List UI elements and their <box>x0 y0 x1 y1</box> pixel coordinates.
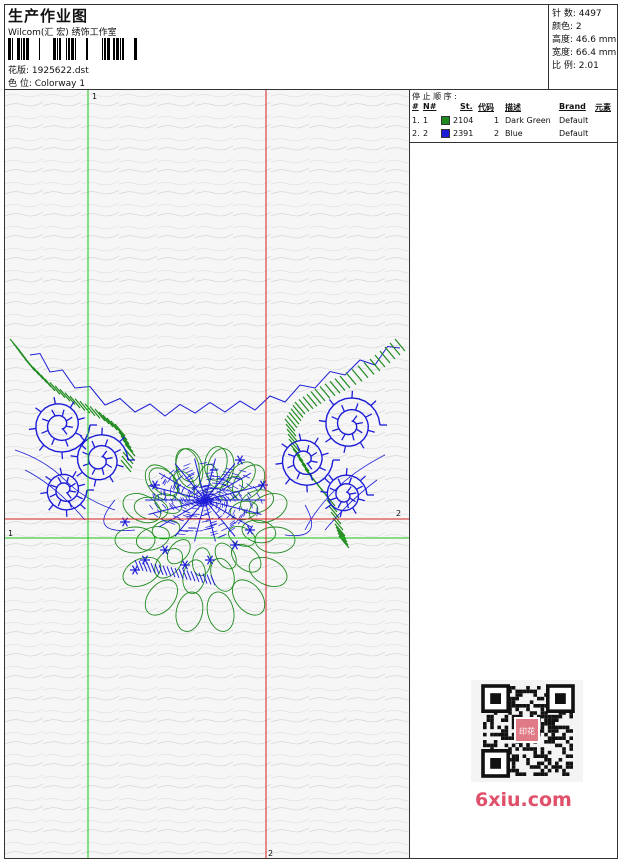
guide-label-h2: 2 <box>396 509 401 518</box>
row-brand: Default <box>559 129 589 138</box>
row-num: 2. <box>412 129 420 138</box>
row-n: 1 <box>423 116 429 125</box>
design-file-label: 花版: 1925622.dst <box>8 66 89 76</box>
company-name: Wilcom(汇 宏) 绣饰工作室 <box>8 28 117 38</box>
stitch-count: 针 数: 4497 <box>552 9 602 19</box>
col-header-code: 代码 <box>478 103 494 112</box>
col-header-brand: Brand <box>559 102 586 111</box>
svg-text:印花: 印花 <box>519 726 535 736</box>
row-brand: Default <box>559 116 589 125</box>
color-count: 颜色: 2 <box>552 22 582 32</box>
col-header-element: 元素 <box>595 103 611 112</box>
stop-sequence-title: 停 止 顺 序 : <box>412 92 457 101</box>
design-scale: 比 例: 2.01 <box>552 61 599 71</box>
row-desc: Dark Green <box>505 116 551 125</box>
guide-label-v2: 2 <box>268 849 273 858</box>
colorway-label: 色 位: Colorway 1 <box>8 79 86 89</box>
qr-code-icon: 印花 <box>471 680 583 782</box>
row-n: 2 <box>423 129 429 138</box>
row-st: 2391 <box>453 129 474 138</box>
embroidery-preview: 1 1 2 2 <box>5 90 409 858</box>
col-header-desc: 描述 <box>505 103 521 112</box>
design-height: 高度: 46.6 mm <box>552 35 617 45</box>
color-swatch <box>441 129 450 138</box>
guide-label-h1: 1 <box>8 529 13 538</box>
guide-label-v1: 1 <box>92 92 97 101</box>
col-header-n: N# <box>423 102 437 111</box>
row-code: 2 <box>494 129 500 138</box>
barcode-icon <box>8 38 137 60</box>
design-canvas: 1 1 2 2 <box>5 90 410 858</box>
row-code: 1 <box>494 116 500 125</box>
row-st: 2104 <box>453 116 474 125</box>
stats-panel: 针 数: 4497 颜色: 2 高度: 46.6 mm 宽度: 66.4 mm … <box>548 5 618 89</box>
color-swatch <box>441 116 450 125</box>
row-num: 1. <box>412 116 420 125</box>
page-title: 生产作业图 <box>8 7 89 25</box>
col-header-st: St. <box>460 102 473 111</box>
row-desc: Blue <box>505 129 523 138</box>
design-width: 宽度: 66.4 mm <box>552 48 617 58</box>
col-header-num: # <box>412 102 419 111</box>
watermark-text: 6xiu.com <box>475 789 572 811</box>
stop-sequence-panel: 停 止 顺 序 : # N# St. 代码 描述 Brand 元素 1. 1 2… <box>410 90 617 143</box>
sheet-header: 生产作业图 Wilcom(汇 宏) 绣饰工作室 花版: 1925622.dst … <box>5 5 617 90</box>
